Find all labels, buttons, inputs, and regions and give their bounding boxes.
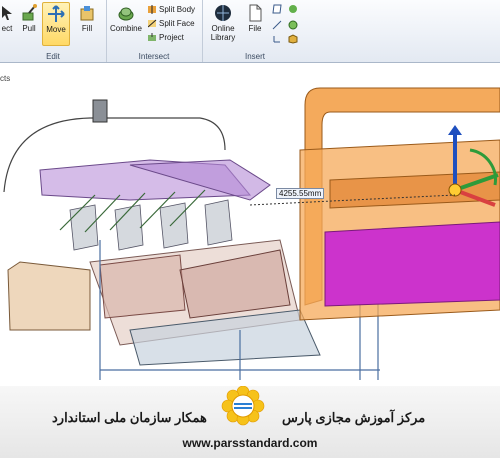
footer-website[interactable]: www.parsstandard.com xyxy=(0,436,500,450)
sphere-icon[interactable] xyxy=(288,4,298,14)
file-label: File xyxy=(248,24,262,33)
move-button[interactable]: Move xyxy=(42,2,70,46)
project-label: Project xyxy=(159,32,184,42)
combine-button[interactable]: Combine xyxy=(108,2,144,44)
insert-group: Online Library File Insert xyxy=(202,0,308,62)
intersect-group: Combine Split Body Split Face Project In… xyxy=(106,0,203,62)
split-face-icon xyxy=(148,19,157,27)
select-arrow-icon xyxy=(2,6,12,20)
cylinder-icon[interactable] xyxy=(288,20,298,30)
split-face-label: Split Face xyxy=(159,18,195,28)
plane-icon[interactable] xyxy=(272,4,282,14)
combine-label: Combine xyxy=(109,24,142,33)
split-body-icon xyxy=(148,4,156,14)
footer-title-right: مرکز آموزش مجازی پارس xyxy=(282,410,426,425)
edit-group-label: Edit xyxy=(46,52,60,61)
pull-button[interactable]: Pull xyxy=(16,2,42,44)
intersect-group-label: Intersect xyxy=(138,52,170,61)
split-face-button[interactable]: Split Face xyxy=(148,17,195,29)
brand-footer: مرکز آموزش مجازی پارس همکار سازمان ملی ا… xyxy=(0,386,500,458)
move-icon xyxy=(48,5,65,22)
select-label: ect xyxy=(1,24,13,33)
cad-viewport[interactable]: 4255.55mm xyxy=(0,63,500,386)
insert-group-label: Insert xyxy=(244,52,265,61)
pull-label: Pull xyxy=(22,24,36,33)
pars-standard-logo xyxy=(221,386,265,426)
online-library-line2: Library xyxy=(210,33,236,42)
axis-icon[interactable] xyxy=(272,20,282,30)
split-body-label: Split Body xyxy=(159,4,196,14)
fill-label: Fill xyxy=(81,24,93,33)
online-library-line1: Online xyxy=(211,24,235,33)
fill-icon xyxy=(80,6,94,21)
cube-icon[interactable] xyxy=(288,34,298,44)
cad-model-scene[interactable] xyxy=(0,63,500,386)
split-body-button[interactable]: Split Body xyxy=(148,3,195,15)
measurement-readout: 4255.55mm xyxy=(276,188,325,199)
file-button[interactable]: File xyxy=(242,2,268,44)
file-icon xyxy=(249,4,262,22)
move-label: Move xyxy=(46,25,66,34)
pull-icon xyxy=(22,4,37,21)
combine-icon xyxy=(118,7,134,21)
online-library-button[interactable]: Online Library xyxy=(205,2,241,44)
footer-title-left: همکار سازمان ملی استاندارد xyxy=(52,410,207,425)
project-button[interactable]: Project xyxy=(148,31,184,43)
fill-button[interactable]: Fill xyxy=(74,2,100,44)
edit-group: ect Pull Move Fill Edit xyxy=(0,0,107,62)
structure-tab-label: cts xyxy=(0,74,11,83)
online-library-icon xyxy=(215,5,231,21)
ribbon-toolbar: ect Pull Move Fill Edit Combine Split Bo… xyxy=(0,0,500,63)
origin-icon[interactable] xyxy=(272,34,282,44)
project-icon xyxy=(148,32,156,41)
